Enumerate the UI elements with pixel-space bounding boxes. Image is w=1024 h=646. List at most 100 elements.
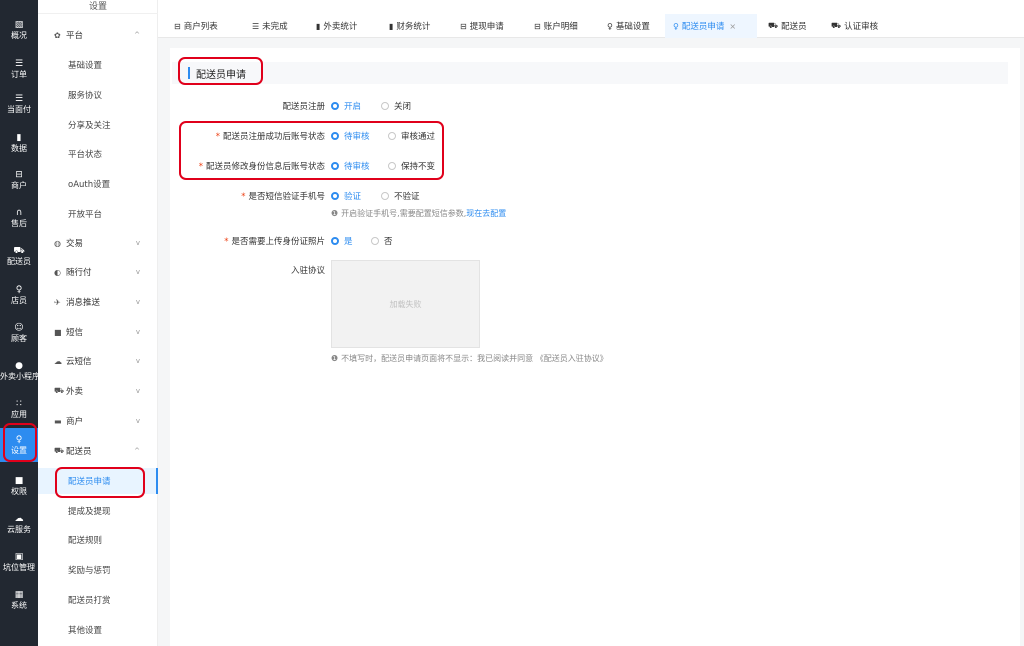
main-content: 配送员申请 配送员注册 开启 关闭 * 配送员注册成功后账号状态 待审核 审核通过…	[170, 48, 1020, 646]
rail-item-data[interactable]: ▮ 数据	[0, 127, 38, 159]
radio-modify-status-pending[interactable]: 待审核	[331, 160, 370, 172]
tab-label: 配送员	[781, 22, 807, 32]
rail-item-courier[interactable]: ⛟ 配送员	[0, 240, 38, 272]
submenu-group-merchant[interactable]: ▬ 商户 v	[38, 408, 158, 434]
tab-cert-review[interactable]: ⛟ 认证审核	[831, 14, 878, 38]
rail-item-slot-manage[interactable]: ▣ 坑位管理	[0, 546, 38, 578]
tab-courier-apply[interactable]: ♀ 配送员申请 ×	[665, 14, 757, 38]
tab-courier[interactable]: ⛟ 配送员	[768, 14, 807, 38]
bar-chart-icon: ▮	[316, 21, 321, 31]
tab-unfinished[interactable]: ☰ 未完成	[252, 14, 288, 38]
rail-item-settings[interactable]: ♀ 设置	[0, 428, 38, 462]
submenu-item-courier-apply[interactable]: 配送员申请	[38, 468, 158, 494]
radio-dot	[331, 132, 339, 140]
rail-item-face-pay[interactable]: ☰ 当面付	[0, 88, 38, 120]
rail-item-after-sales[interactable]: ∩ 售后	[0, 202, 38, 234]
sms-hint: ❶ 开启验证手机号,需要配置短信参数,现在去配置	[331, 208, 506, 219]
radio-label: 关闭	[394, 102, 412, 112]
store-icon: ⊟	[460, 21, 467, 31]
required-mark: *	[215, 132, 220, 142]
rail-item-apps[interactable]: ∷ 应用	[0, 393, 38, 425]
radio-dot	[371, 237, 379, 245]
submenu-item-basic[interactable]: 基础设置	[38, 52, 158, 78]
radio-id-photo-yes[interactable]: 是	[331, 235, 353, 247]
main-nav-rail: ▧ 概况 ☰ 订单 ☰ 当面付 ▮ 数据 ⊟ 商户 ∩ 售后 ⛟ 配送员 ♀ 店员 ☺ 顾客 ● 外…	[0, 0, 38, 646]
tab-label: 提现申请	[469, 22, 504, 32]
submenu-group-trade[interactable]: ◍ 交易 v	[38, 230, 158, 256]
store-icon: ⊟	[15, 169, 23, 180]
tab-label: 认证审核	[844, 22, 879, 32]
tab-basic-settings[interactable]: ♀ 基础设置	[607, 14, 650, 38]
radio-sms-verify-yes[interactable]: 验证	[331, 190, 361, 202]
submenu-item-open-platform[interactable]: 开放平台	[38, 201, 158, 227]
required-mark: *	[198, 162, 203, 172]
radio-modify-status-keep[interactable]: 保持不变	[388, 160, 435, 172]
configure-sms-link[interactable]: 现在去配置	[466, 209, 506, 218]
radio-sms-verify-no[interactable]: 不验证	[381, 190, 420, 202]
tab-withdraw[interactable]: ⊟ 提现申请	[460, 14, 504, 38]
tab-finance-stats[interactable]: ▮ 财务统计	[389, 14, 430, 38]
rail-item-cloud[interactable]: ☁ 云服务	[0, 508, 38, 540]
rail-label: 店员	[11, 295, 27, 305]
submenu-group-suixingfu[interactable]: ◐ 随行付 v	[38, 259, 158, 285]
label-text: 是否短信验证手机号	[248, 192, 325, 202]
truck-icon: ⛟	[54, 446, 65, 455]
submenu-item-service-agreement[interactable]: 服务协议	[38, 82, 158, 108]
submenu-group-sms[interactable]: ■ 短信 v	[38, 319, 158, 345]
submenu-item-delivery-rules[interactable]: 配送规则	[38, 527, 158, 553]
cloud-icon: ☁	[14, 513, 24, 524]
group-label: 随行付	[66, 268, 92, 278]
submenu-item-other[interactable]: 其他设置	[38, 617, 158, 643]
rail-item-customer[interactable]: ☺ 顾客	[0, 317, 38, 349]
submenu-item-oauth[interactable]: oAuth设置	[38, 171, 158, 197]
section-accent-bar	[188, 67, 190, 79]
user-icon: ♀	[607, 21, 613, 31]
hint-text: 开启验证手机号,需要配置短信参数,	[341, 209, 467, 218]
chevron-down-icon: v	[135, 268, 140, 276]
radio-id-photo-no[interactable]: 否	[371, 235, 393, 247]
rail-item-mini-program[interactable]: ● 外卖小程序	[0, 355, 38, 387]
tab-account-detail[interactable]: ⊟ 账户明细	[534, 14, 578, 38]
submenu-group-push[interactable]: ✈ 消息推送 v	[38, 289, 158, 315]
submenu-item-platform-status[interactable]: 平台状态	[38, 141, 158, 167]
rail-label: 订单	[11, 69, 27, 79]
submenu-item-tips[interactable]: 配送员打赏	[38, 587, 158, 613]
chevron-down-icon: v	[135, 328, 140, 336]
cloud-icon: ☁	[54, 356, 62, 366]
rail-item-overview[interactable]: ▧ 概况	[0, 14, 38, 46]
tab-merchant-list[interactable]: ⊟ 商户列表	[174, 14, 218, 38]
radio-registration-off[interactable]: 关闭	[381, 100, 411, 112]
submenu-header: 设置	[38, 0, 158, 14]
radio-reg-status-approved[interactable]: 审核通过	[388, 130, 435, 142]
submenu-item-share[interactable]: 分享及关注	[38, 112, 158, 138]
headset-icon: ∩	[15, 207, 23, 218]
agreement-image[interactable]: 加载失败	[331, 260, 480, 348]
info-icon: ❶	[331, 209, 339, 218]
tab-bar: ⊟ 商户列表 ☰ 未完成 ▮ 外卖统计 ▮ 财务统计 ⊟ 提现申请 ⊟ 账户明细 ♀ 基础设置…	[158, 0, 1024, 38]
submenu-group-courier[interactable]: ⛟ 配送员 ^	[38, 438, 158, 464]
truck-icon: ⛟	[13, 245, 25, 256]
modify-status-label: * 配送员修改身份信息后账号状态	[170, 160, 325, 172]
rail-label: 应用	[11, 409, 27, 419]
submenu-group-platform[interactable]: ✿ 平台 ^	[38, 22, 158, 48]
label-text: 是否需要上传身份证照片	[231, 237, 325, 247]
rail-item-system[interactable]: ▦ 系统	[0, 584, 38, 616]
user-icon: ♀	[673, 21, 679, 31]
submenu-group-takeout[interactable]: ⛟ 外卖 v	[38, 378, 158, 404]
agreement-label: 入驻协议	[290, 266, 325, 276]
submenu-item-reward-penalty[interactable]: 奖励与惩罚	[38, 557, 158, 583]
submenu-item-commission[interactable]: 提成及提现	[38, 498, 158, 524]
rail-item-merchant[interactable]: ⊟ 商户	[0, 164, 38, 196]
rail-item-permissions[interactable]: ■ 权限	[0, 470, 38, 502]
rail-item-orders[interactable]: ☰ 订单	[0, 53, 38, 85]
radio-dot	[331, 192, 339, 200]
tab-takeout-stats[interactable]: ▮ 外卖统计	[316, 14, 357, 38]
rail-label: 数据	[11, 143, 27, 153]
section-title: 配送员申请	[196, 70, 246, 81]
rail-item-clerk[interactable]: ♀ 店员	[0, 279, 38, 311]
close-icon[interactable]: ×	[729, 22, 736, 31]
radio-registration-on[interactable]: 开启	[331, 100, 361, 112]
rail-label: 云服务	[7, 524, 31, 534]
submenu-group-cloud-sms[interactable]: ☁ 云短信 v	[38, 348, 158, 374]
radio-reg-status-pending[interactable]: 待审核	[331, 130, 370, 142]
